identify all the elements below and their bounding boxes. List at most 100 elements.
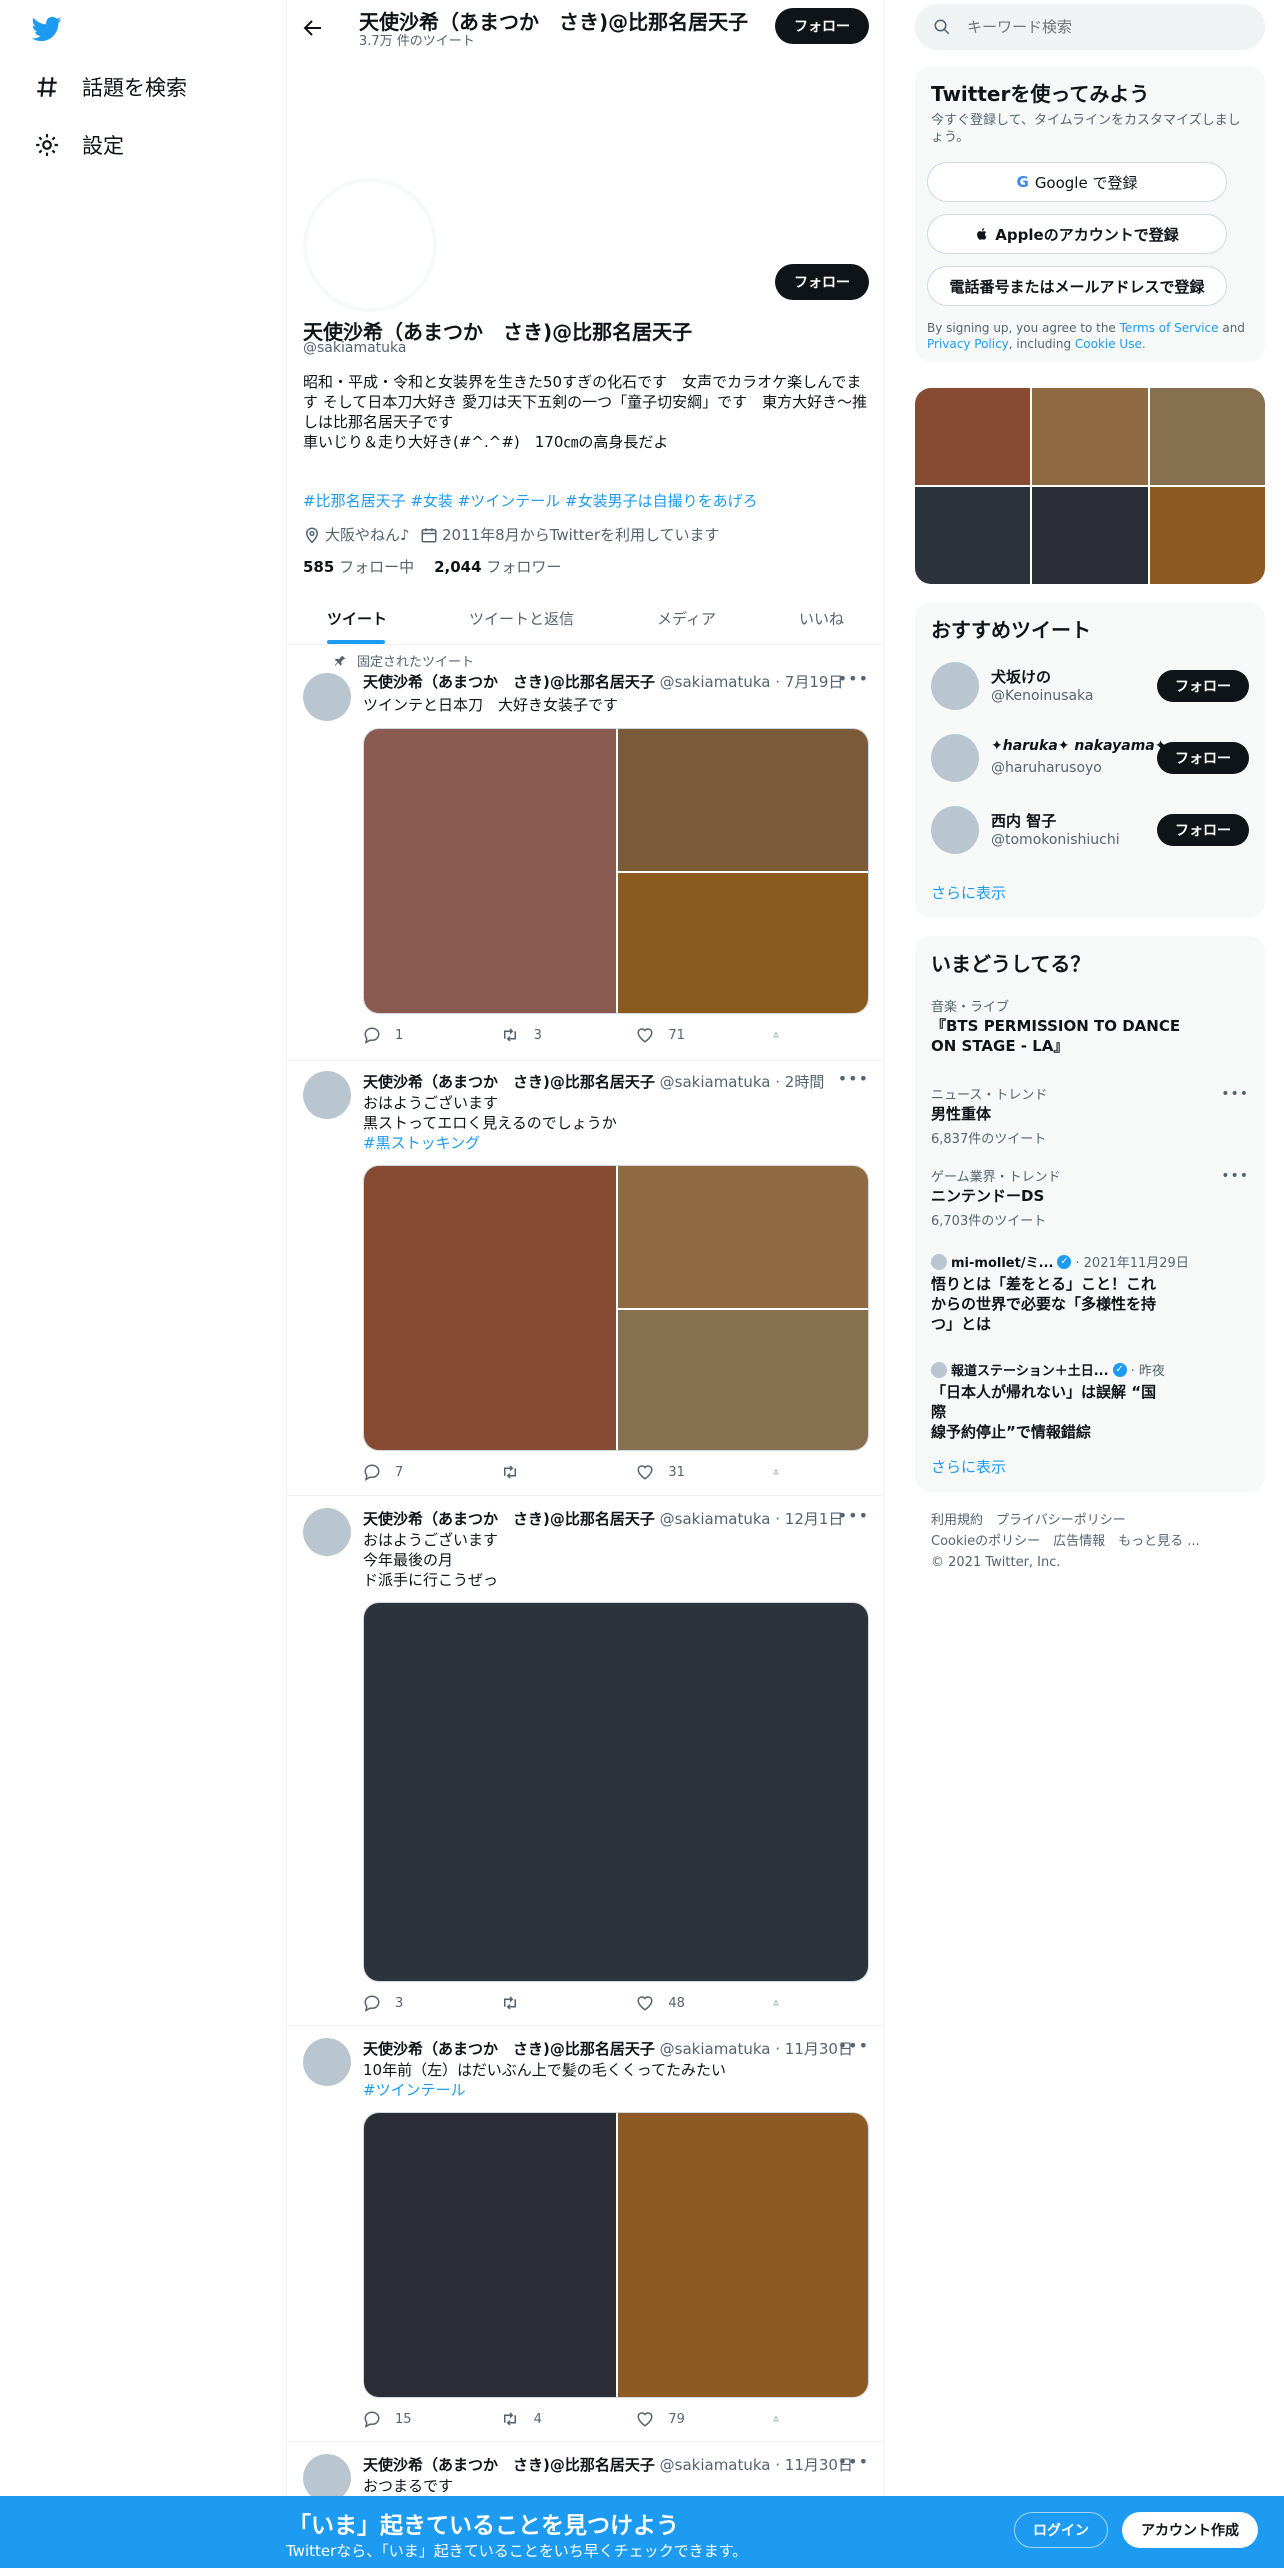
retweet-button[interactable]: 4 [500,2410,600,2428]
recommend-follow-button[interactable]: フォロー [1157,670,1249,702]
tweet[interactable]: 天使沙希（あまつか さき)@比那名居天子 @sakiamatuka · 2時間 … [287,1061,885,1496]
news-item[interactable]: 「日本人が帰れない」は誤解 “国際 線予約停止”で情報錯綜 [931,1382,1171,1442]
share-button[interactable] [773,1026,793,1044]
followers-link[interactable]: 2,044 フォロワー [434,556,561,577]
search-input[interactable] [967,18,1247,36]
more-icon[interactable]: ••• [838,1506,869,1525]
like-button[interactable]: 79 [636,2410,736,2428]
share-button[interactable] [773,1994,793,2012]
footer-line[interactable]: Cookieのポリシー 広告情報 もっと見る ... [931,1531,1200,1552]
media-thumbnail[interactable] [1032,487,1148,584]
tweet-media[interactable] [363,728,869,1014]
media-image[interactable] [618,873,868,1013]
tweet-hashtag[interactable]: #ツインテール [363,2080,726,2100]
more-icon[interactable]: ••• [838,1069,869,1088]
tab-likes[interactable]: いいね [799,608,844,629]
more-icon[interactable]: ••• [838,2036,869,2055]
tweet[interactable]: 天使沙希（あまつか さき)@比那名居天子 @sakiamatuka · 12月1… [287,1496,885,2026]
following-link[interactable]: 585 フォロー中 [303,556,414,577]
media-image[interactable] [618,1166,868,1308]
tweet-author[interactable]: 天使沙希（あまつか さき)@比那名居天子 [363,1073,655,1091]
twitter-logo-icon[interactable] [32,14,62,44]
media-image[interactable] [364,1166,616,1450]
search-box[interactable] [915,4,1265,50]
media-thumbnail[interactable] [915,487,1030,584]
media-thumbnail[interactable] [1032,388,1148,485]
reply-button[interactable]: 7 [363,1463,463,1481]
avatar[interactable] [303,1071,351,1119]
profile-follow-button[interactable]: フォロー [775,264,869,300]
media-image[interactable] [364,729,616,1013]
reply-button[interactable]: 15 [363,2410,463,2428]
recommend-user[interactable]: 犬坂けの @Kenoinusaka フォロー [931,660,1249,712]
share-button[interactable] [773,1463,793,1481]
footer-line[interactable]: 利用規約 プライバシーポリシー [931,1510,1200,1531]
trends-show-more[interactable]: さらに表示 [931,1456,1006,1477]
tweet[interactable]: 固定されたツイート 天使沙希（あまつか さき)@比那名居天子 @sakiamat… [287,645,885,1061]
media-thumbnail[interactable] [1150,388,1265,485]
share-button[interactable] [773,2410,793,2428]
recommend-user-name[interactable]: ✦haruka✦ nakayama✦ [991,738,1166,754]
media-image[interactable] [618,2113,868,2397]
avatar[interactable] [303,1508,351,1556]
news-item[interactable]: 悟りとは「差をとる」こと！これ からの世界で必要な「多様性を持 つ」とは [931,1274,1171,1334]
header-follow-button[interactable]: フォロー [775,8,869,44]
apple-signup-button[interactable]: Appleのアカウントで登録 [927,214,1227,254]
more-icon[interactable]: ••• [838,669,869,688]
avatar[interactable] [931,806,979,854]
reply-button[interactable]: 3 [363,1994,463,2012]
avatar[interactable] [931,734,979,782]
tweet-author[interactable]: 天使沙希（あまつか さき)@比那名居天子 [363,673,655,691]
recommend-user[interactable]: 西内 智子 @tomokonishiuchi フォロー [931,804,1249,856]
recommend-follow-button[interactable]: フォロー [1157,742,1249,774]
google-signup-button[interactable]: G Google で登録 [927,162,1227,202]
tweet-author[interactable]: 天使沙希（あまつか さき)@比那名居天子 [363,1510,655,1528]
more-icon[interactable]: ••• [838,2452,869,2471]
profile-avatar[interactable] [303,178,437,312]
recommend-user-name[interactable]: 犬坂けの [991,666,1051,687]
reply-button[interactable]: 1 [363,1026,463,1044]
recommend-show-more[interactable]: さらに表示 [931,882,1006,903]
avatar[interactable] [303,2454,351,2502]
media-image[interactable] [364,1603,868,1981]
media-thumbnail[interactable] [915,388,1030,485]
cookie-link[interactable]: Cookie Use. [1075,337,1146,351]
trend-name[interactable]: 男性重体 [931,1104,991,1124]
like-button[interactable]: 48 [636,1994,736,2012]
recommend-user-name[interactable]: 西内 智子 [991,810,1056,831]
tweet-media[interactable] [363,1602,869,1982]
media-image[interactable] [618,1310,868,1450]
retweet-button[interactable]: 3 [500,1026,600,1044]
tab-media[interactable]: メディア [657,608,716,629]
more-icon[interactable]: ••• [1221,1168,1249,1184]
media-image[interactable] [618,729,868,871]
avatar[interactable] [303,673,351,721]
nav-settings[interactable]: 設定 [34,130,124,160]
terms-link[interactable]: Terms of Service [1120,321,1219,335]
tweet-hashtag[interactable]: #黒ストッキング [363,1133,617,1153]
tab-tweets[interactable]: ツイート [327,608,387,629]
trend-name[interactable]: ニンテンドーDS [931,1186,1044,1206]
recommend-follow-button[interactable]: フォロー [1157,814,1249,846]
media-image[interactable] [364,2113,616,2397]
login-button[interactable]: ログイン [1014,2512,1108,2548]
nav-explore[interactable]: 話題を検索 [34,72,187,102]
tweet-author[interactable]: 天使沙希（あまつか さき)@比那名居天子 [363,2040,655,2058]
tweet-author[interactable]: 天使沙希（あまつか さき)@比那名居天子 [363,2456,655,2474]
tab-tweets-replies[interactable]: ツイートと返信 [469,608,574,629]
retweet-button[interactable] [500,1994,600,2012]
privacy-link[interactable]: Privacy Policy [927,337,1009,351]
tweet-media[interactable] [363,1165,869,1451]
like-button[interactable]: 71 [636,1026,736,1044]
phone-email-signup-button[interactable]: 電話番号またはメールアドレスで登録 [927,266,1227,306]
avatar[interactable] [303,2038,351,2086]
avatar[interactable] [931,662,979,710]
trend-item[interactable]: 『BTS PERMISSION TO DANCE ON STAGE - LA』 [931,1016,1180,1056]
media-thumbnail[interactable] [1150,487,1265,584]
tweet[interactable]: 天使沙希（あまつか さき)@比那名居天子 @sakiamatuka · 11月3… [287,2026,885,2442]
create-account-button[interactable]: アカウント作成 [1122,2512,1258,2548]
like-button[interactable]: 31 [636,1463,736,1481]
more-icon[interactable]: ••• [1221,1086,1249,1102]
profile-hashtags[interactable]: #比那名居天子 #女装 #ツインテール #女装男子は自撮りをあげろ [303,490,758,511]
retweet-button[interactable] [500,1463,600,1481]
